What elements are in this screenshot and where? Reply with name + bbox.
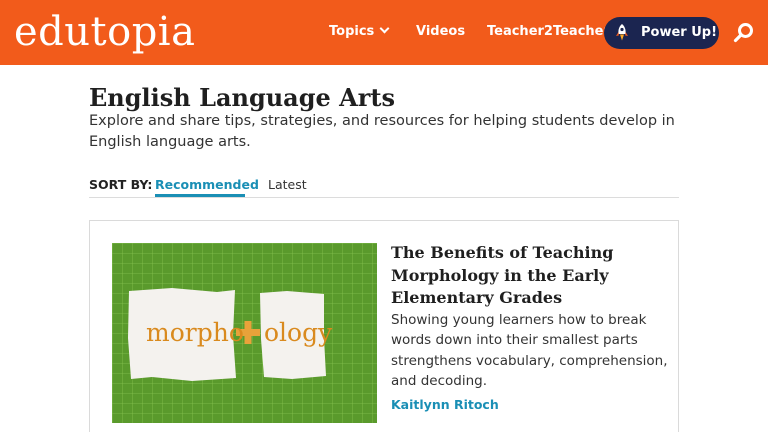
sort-option-latest[interactable]: Latest <box>268 177 307 193</box>
search-icon[interactable] <box>733 22 755 44</box>
sort-option-recommended[interactable]: Recommended <box>155 177 259 193</box>
power-up-label: Power Up! <box>641 25 718 40</box>
article-thumbnail[interactable]: morpho ology <box>112 243 377 423</box>
edutopia-logo[interactable]: edutopia <box>14 10 195 54</box>
nav-teacher2teacher[interactable]: Teacher2Teacher <box>487 24 610 40</box>
article-title[interactable]: The Benefits of Teaching Morphology in t… <box>391 242 661 310</box>
chevron-down-icon <box>379 23 390 34</box>
page-title: English Language Arts <box>89 83 395 112</box>
page-description: Explore and share tips, strategies, and … <box>89 113 675 150</box>
article-author[interactable]: Kaitlynn Ritoch <box>391 397 499 413</box>
rocket-icon <box>616 24 628 41</box>
thumbnail-word-left: morpho <box>146 318 244 347</box>
article-description: Showing young learners how to break word… <box>391 312 668 389</box>
nav-videos[interactable]: Videos <box>416 24 465 40</box>
site-header: edutopia Topics Videos Teacher2Teacher P… <box>0 0 768 65</box>
sort-by-label: SORT BY: <box>89 177 153 192</box>
nav-topics[interactable]: Topics <box>329 23 390 40</box>
power-up-button[interactable]: Power Up! <box>604 17 719 49</box>
nav-topics-label: Topics <box>329 24 375 39</box>
thumbnail-word-right: ology <box>264 318 333 347</box>
sort-divider <box>89 197 679 198</box>
